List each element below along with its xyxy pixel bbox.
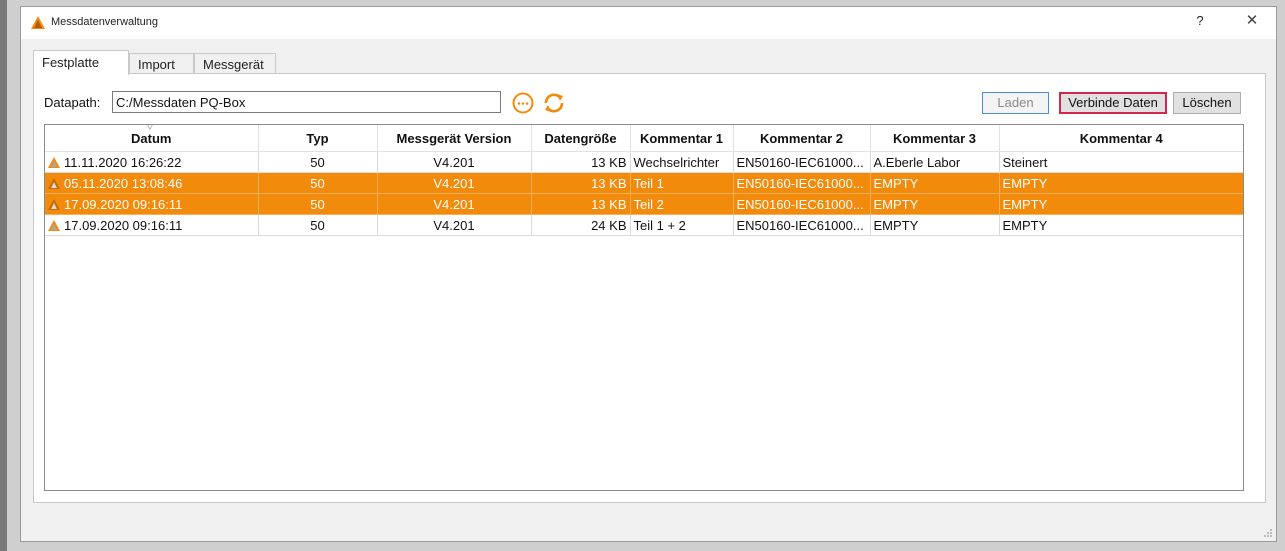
help-button[interactable]: ? (1190, 13, 1210, 28)
cell-kommentar-4[interactable]: EMPTY (999, 214, 1243, 236)
tab-import[interactable]: Import (129, 53, 194, 74)
festplatte-panel: Datapath: Laden Verbinde Daten Löschen (33, 73, 1266, 503)
tab-messgeraet[interactable]: Messgerät (194, 53, 276, 74)
cell-datengroesse[interactable]: 13 KB (531, 172, 631, 194)
cell-typ[interactable]: 50 (258, 172, 378, 194)
window-title: Messdatenverwaltung (51, 16, 159, 28)
cell-kommentar-1[interactable]: Wechselrichter (630, 151, 734, 173)
column-header-datengroesse[interactable]: Datengröße (531, 125, 631, 152)
cell-kommentar-2[interactable]: EN50160-IEC61000... (733, 151, 871, 173)
column-header-datum[interactable]: ▽ Datum (45, 124, 259, 152)
cell-kommentar-2[interactable]: EN50160-IEC61000... (733, 193, 871, 215)
measurement-file-icon (48, 177, 60, 189)
refresh-icon[interactable] (542, 91, 566, 115)
column-header-kommentar-1[interactable]: Kommentar 1 (630, 125, 734, 152)
datapath-input[interactable] (112, 91, 501, 113)
cell-kommentar-3[interactable]: A.Eberle Labor (870, 151, 1000, 173)
close-button[interactable]: ✕ (1242, 11, 1262, 29)
measurement-table: ▽ Datum Typ Messgerät Version Datengröße … (44, 124, 1244, 491)
cell-kommentar-1[interactable]: Teil 2 (630, 193, 734, 215)
cell-kommentar-4[interactable]: EMPTY (999, 193, 1243, 215)
title-bar[interactable]: Messdatenverwaltung ? ✕ (21, 7, 1276, 39)
measurement-file-icon (48, 219, 60, 231)
tab-festplatte[interactable]: Festplatte (33, 50, 129, 75)
resize-grip-icon[interactable] (1263, 528, 1273, 538)
cell-datum[interactable]: 17.09.2020 09:16:11 (45, 193, 259, 215)
column-header-kommentar-3[interactable]: Kommentar 3 (870, 125, 1000, 152)
cell-datum[interactable]: 05.11.2020 13:08:46 (45, 172, 259, 194)
cell-version[interactable]: V4.201 (377, 172, 532, 194)
cell-typ[interactable]: 50 (258, 214, 378, 236)
cell-version[interactable]: V4.201 (377, 214, 532, 236)
measurement-file-icon (48, 156, 60, 168)
sort-indicator-icon: ▽ (147, 124, 153, 131)
cell-version[interactable]: V4.201 (377, 193, 532, 215)
cell-version[interactable]: V4.201 (377, 151, 532, 173)
measurement-file-icon (48, 198, 60, 210)
verbinde-daten-button[interactable]: Verbinde Daten (1059, 92, 1167, 114)
cell-kommentar-2[interactable]: EN50160-IEC61000... (733, 172, 871, 194)
table-header-row: ▽ Datum Typ Messgerät Version Datengröße … (45, 125, 1243, 152)
cell-kommentar-2[interactable]: EN50160-IEC61000... (733, 214, 871, 236)
column-header-kommentar-4[interactable]: Kommentar 4 (999, 125, 1243, 152)
ellipsis-circle-icon[interactable] (511, 91, 535, 115)
cell-datengroesse[interactable]: 24 KB (531, 214, 631, 236)
cell-kommentar-4[interactable]: EMPTY (999, 172, 1243, 194)
app-logo-icon (31, 16, 45, 29)
laden-button[interactable]: Laden (982, 92, 1049, 114)
cell-kommentar-1[interactable]: Teil 1 + 2 (630, 214, 734, 236)
cell-datum[interactable]: 11.11.2020 16:26:22 (45, 151, 259, 173)
table-row[interactable]: 17.09.2020 09:16:11 50 V4.201 24 KB Teil… (45, 214, 1243, 236)
column-header-kommentar-2[interactable]: Kommentar 2 (733, 125, 871, 152)
cell-kommentar-3[interactable]: EMPTY (870, 193, 1000, 215)
cell-kommentar-3[interactable]: EMPTY (870, 214, 1000, 236)
table-row[interactable]: 11.11.2020 16:26:22 50 V4.201 13 KB Wech… (45, 151, 1243, 173)
cell-kommentar-1[interactable]: Teil 1 (630, 172, 734, 194)
table-row[interactable]: 17.09.2020 09:16:11 50 V4.201 13 KB Teil… (45, 193, 1243, 215)
cell-typ[interactable]: 50 (258, 151, 378, 173)
loeschen-button[interactable]: Löschen (1173, 92, 1241, 114)
datapath-label: Datapath: (44, 95, 101, 110)
cell-datengroesse[interactable]: 13 KB (531, 151, 631, 173)
cell-kommentar-3[interactable]: EMPTY (870, 172, 1000, 194)
cell-kommentar-4[interactable]: Steinert (999, 151, 1243, 173)
column-header-version[interactable]: Messgerät Version (377, 125, 532, 152)
column-header-typ[interactable]: Typ (258, 125, 378, 152)
cell-datum[interactable]: 17.09.2020 09:16:11 (45, 214, 259, 236)
dialog-window: Messdatenverwaltung ? ✕ Festplatte Impor… (20, 6, 1277, 542)
cell-datengroesse[interactable]: 13 KB (531, 193, 631, 215)
cell-typ[interactable]: 50 (258, 193, 378, 215)
table-row[interactable]: 05.11.2020 13:08:46 50 V4.201 13 KB Teil… (45, 172, 1243, 194)
